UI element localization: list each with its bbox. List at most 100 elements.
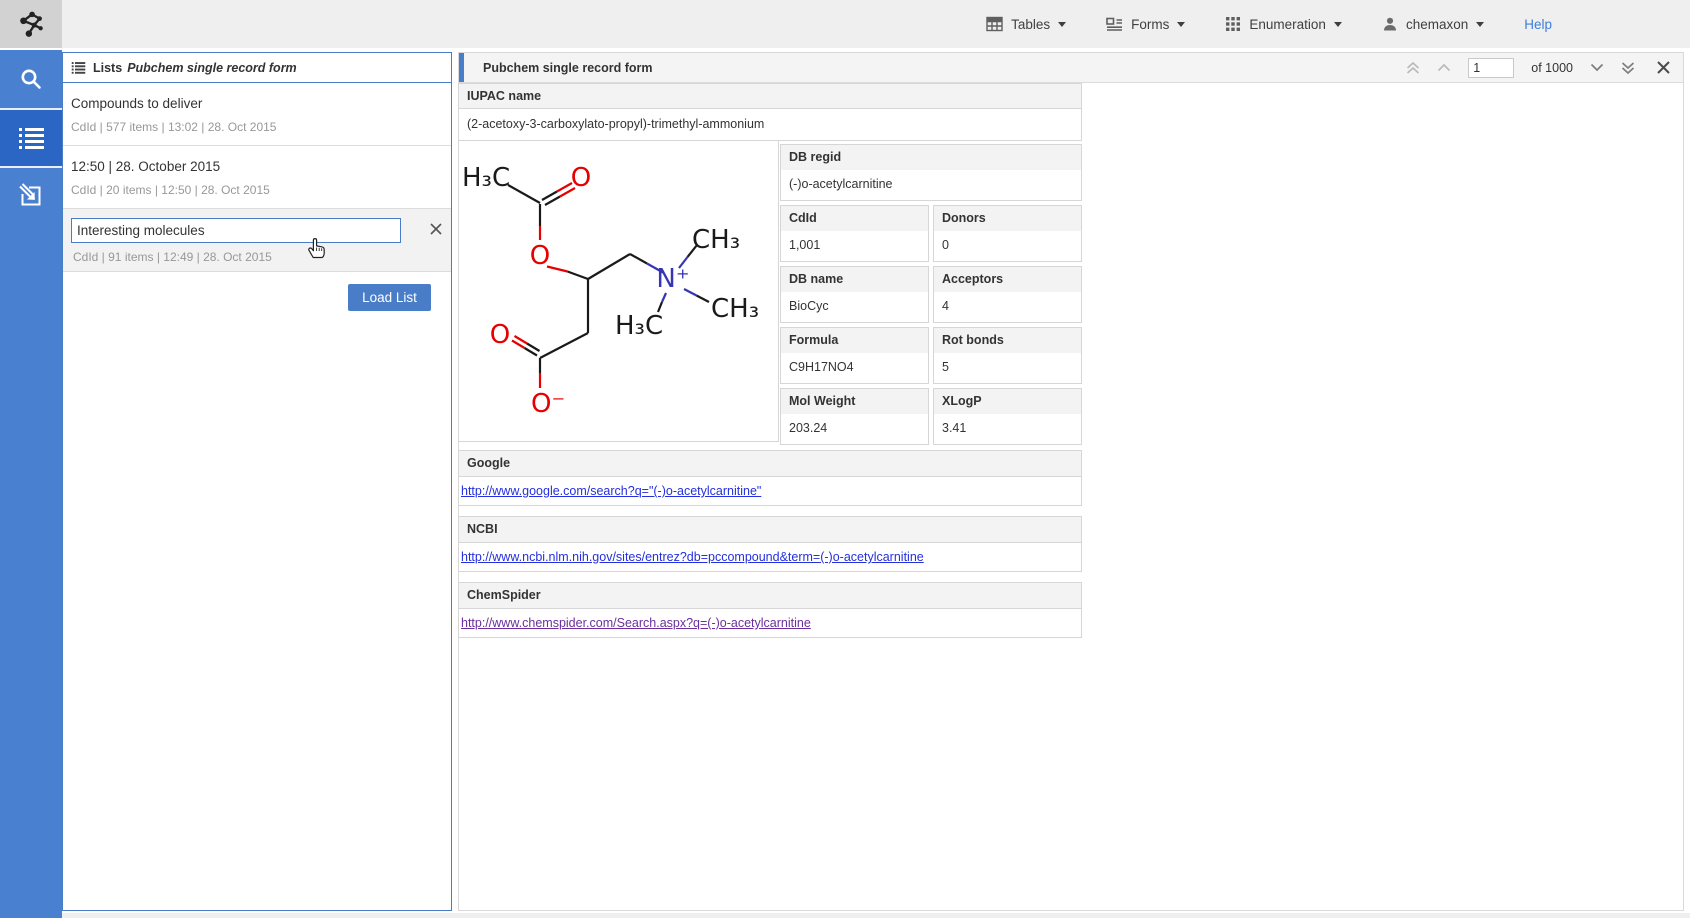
property-value: 4 (934, 292, 1081, 322)
user-icon (1382, 16, 1398, 32)
list-item-meta: CdId | 577 items | 13:02 | 28. Oct 2015 (71, 121, 443, 133)
chevron-down-icon (1058, 22, 1066, 27)
property-value: 1,001 (781, 231, 928, 261)
property-value: (-)o-acetylcarnitine (781, 170, 1081, 200)
last-record-button[interactable] (1621, 61, 1635, 75)
pagination: of 1000 (1406, 53, 1671, 82)
accent-bar (459, 53, 464, 82)
list-item[interactable]: 12:50 | 28. October 2015 CdId | 20 items… (63, 146, 451, 209)
bottom-strip (62, 913, 1690, 918)
close-icon[interactable] (429, 222, 443, 236)
list-item-name: 12:50 | 28. October 2015 (71, 160, 443, 174)
list-item[interactable]: Compounds to deliver CdId | 577 items | … (63, 83, 451, 146)
lists-panel-subtitle: Pubchem single record form (127, 61, 296, 75)
atom-label: CH₃ (711, 294, 759, 324)
list-item-meta: CdId | 91 items | 12:49 | 28. Oct 2015 (71, 251, 443, 263)
sidebar-item-search[interactable] (0, 50, 62, 108)
molecule-structure[interactable]: H₃C CH₃ CH₃ H₃C O O O O⁻ N⁺ (458, 141, 779, 442)
sidebar-item-lists[interactable] (0, 108, 62, 166)
iupac-value: (2-acetoxy-3-carboxylato-propyl)-trimeth… (458, 109, 1082, 141)
chevron-down-icon (1476, 22, 1484, 27)
chevron-down-icon (1177, 22, 1185, 27)
property-group: Mol Weight 203.24 XLogP 3.41 (780, 388, 1082, 445)
property-cell: Donors 0 (933, 205, 1082, 262)
lists-panel-header: Lists Pubchem single record form (63, 53, 451, 83)
property-group: CdId 1,001 Donors 0 (780, 205, 1082, 262)
property-label: XLogP (934, 389, 1081, 414)
topbar-menus: Tables Forms Enumeration (986, 0, 1690, 48)
property-value: 5 (934, 353, 1081, 383)
property-group: DB regid (-)o-acetylcarnitine (780, 144, 1082, 201)
link-section-ncbi: NCBI http://www.ncbi.nlm.nih.gov/sites/e… (458, 516, 1082, 572)
form-content: IUPAC name (2-acetoxy-3-carboxylato-prop… (458, 83, 1082, 638)
property-cell: Formula C9H17NO4 (780, 327, 929, 384)
property-cell: CdId 1,001 (780, 205, 929, 262)
sidebar-item-export[interactable] (0, 166, 62, 224)
load-list-button[interactable]: Load List (348, 284, 431, 311)
menu-tables[interactable]: Tables (986, 16, 1066, 32)
property-label: Formula (781, 328, 928, 353)
structure-row: H₃C CH₃ CH₃ H₃C O O O O⁻ N⁺ (458, 141, 1082, 445)
next-record-button[interactable] (1590, 63, 1604, 72)
app-logo[interactable] (0, 0, 62, 48)
atom-label: O⁻ (531, 389, 565, 419)
property-label: Donors (934, 206, 1081, 231)
list-item-editing[interactable]: CdId | 91 items | 12:49 | 28. Oct 2015 (63, 209, 451, 272)
property-cell: Mol Weight 203.24 (780, 388, 929, 445)
property-value: 203.24 (781, 414, 928, 444)
chemspider-link[interactable]: http://www.chemspider.com/Search.aspx?q=… (461, 616, 811, 630)
menu-forms[interactable]: Forms (1106, 16, 1185, 32)
link-section-label: Google (459, 451, 1081, 477)
property-label: Mol Weight (781, 389, 928, 414)
ncbi-link[interactable]: http://www.ncbi.nlm.nih.gov/sites/entrez… (461, 550, 924, 564)
lists-icon (71, 61, 86, 74)
property-cell: Acceptors 4 (933, 266, 1082, 323)
atom-label: H₃C (462, 163, 510, 193)
first-record-button[interactable] (1406, 61, 1420, 75)
help-link[interactable]: Help (1524, 17, 1552, 32)
link-row: http://www.ncbi.nlm.nih.gov/sites/entrez… (459, 543, 1081, 571)
chemaxon-logo-icon (16, 9, 46, 39)
sidebar (0, 50, 62, 918)
link-section-label: NCBI (459, 517, 1081, 543)
chevron-down-icon (1334, 22, 1342, 27)
lists-panel: Lists Pubchem single record form Compoun… (62, 52, 452, 911)
menu-user-chemaxon[interactable]: chemaxon (1382, 16, 1484, 32)
close-icon[interactable] (1656, 60, 1671, 75)
lists-icon (18, 126, 45, 150)
link-section-google: Google http://www.google.com/search?q="(… (458, 450, 1082, 506)
molecule-drawing: H₃C CH₃ CH₃ H₃C O O O O⁻ N⁺ (459, 141, 778, 440)
iupac-section: IUPAC name (2-acetoxy-3-carboxylato-prop… (458, 83, 1082, 141)
link-section-label: ChemSpider (459, 583, 1081, 609)
atom-label: N⁺ (656, 264, 689, 294)
menu-label: Forms (1131, 17, 1169, 32)
topbar: Tables Forms Enumeration (0, 0, 1690, 48)
atom-label: O (571, 163, 591, 193)
property-cell: DB regid (-)o-acetylcarnitine (780, 144, 1082, 201)
list-item-name: Compounds to deliver (71, 97, 443, 111)
previous-record-button[interactable] (1437, 63, 1451, 72)
property-cell: XLogP 3.41 (933, 388, 1082, 445)
property-cell: Rot bonds 5 (933, 327, 1082, 384)
record-number-input[interactable] (1468, 58, 1514, 78)
menu-label: Enumeration (1249, 17, 1326, 32)
google-link[interactable]: http://www.google.com/search?q="(-)o-ace… (461, 484, 761, 498)
menu-label: Tables (1011, 17, 1050, 32)
property-label: DB regid (781, 145, 1081, 170)
enumeration-grid-icon (1225, 16, 1241, 32)
form-icon (1106, 16, 1123, 32)
list-name-input[interactable] (71, 218, 401, 243)
menu-enumeration[interactable]: Enumeration (1225, 16, 1342, 32)
form-panel: Pubchem single record form of 1000 IUPA (458, 52, 1684, 911)
atom-label: O (490, 320, 510, 350)
atom-label: H₃C (615, 311, 663, 341)
property-value: BioCyc (781, 292, 928, 322)
link-row: http://www.google.com/search?q="(-)o-ace… (459, 477, 1081, 505)
property-table: DB regid (-)o-acetylcarnitine CdId 1,001… (780, 144, 1082, 445)
load-row: Load List (63, 284, 451, 311)
property-label: CdId (781, 206, 928, 231)
form-panel-header: Pubchem single record form of 1000 (459, 53, 1683, 83)
property-value: 0 (934, 231, 1081, 261)
atom-label: CH₃ (692, 225, 740, 255)
property-value: C9H17NO4 (781, 353, 928, 383)
